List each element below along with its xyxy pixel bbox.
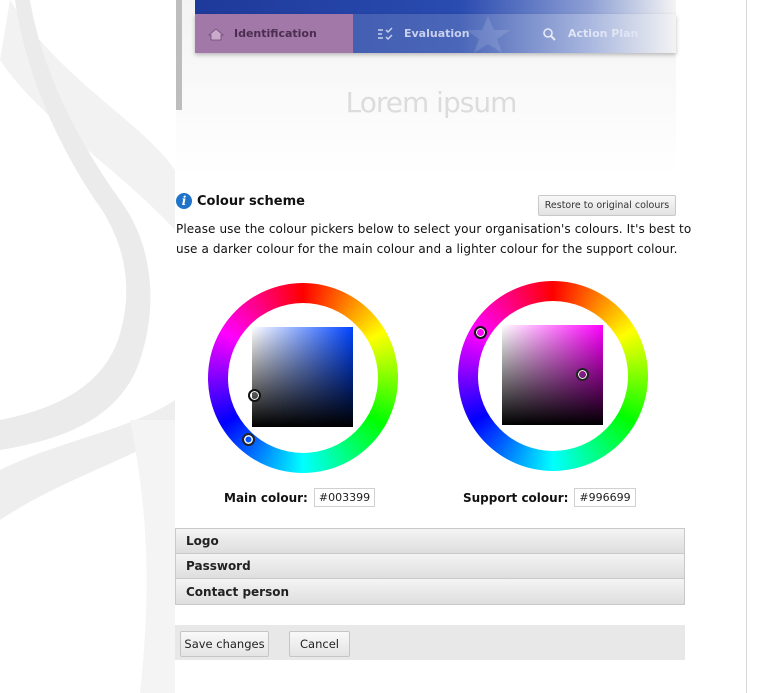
saturation-value-marker[interactable] xyxy=(248,389,261,402)
main-colour-input[interactable]: #003399 xyxy=(313,488,376,507)
tab-identification[interactable]: Identification xyxy=(195,14,353,53)
preview-title: Lorem ipsum xyxy=(345,86,518,119)
tab-evaluation[interactable]: Evaluation xyxy=(365,14,470,53)
cancel-button[interactable]: Cancel xyxy=(289,631,350,657)
settings-accordion: Logo Password Contact person xyxy=(175,528,685,605)
main-colour-row: Main colour: #003399 xyxy=(224,488,376,507)
section-title: Colour scheme xyxy=(197,193,305,209)
accordion-password[interactable]: Password xyxy=(175,554,685,579)
save-changes-button[interactable]: Save changes xyxy=(180,631,269,657)
colour-scheme-description: Please use the colour pickers below to s… xyxy=(176,222,692,256)
hue-marker[interactable] xyxy=(474,326,487,339)
tab-action-plan[interactable]: Action Plan xyxy=(529,14,638,53)
search-icon xyxy=(543,27,556,41)
accordion-contact-person[interactable]: Contact person xyxy=(175,579,685,605)
accordion-logo[interactable]: Logo xyxy=(175,528,685,554)
saturation-value-marker[interactable] xyxy=(576,368,589,381)
saturation-value-square[interactable] xyxy=(252,327,353,427)
form-actions: Save changes Cancel xyxy=(175,625,685,660)
home-icon xyxy=(207,27,225,40)
restore-colours-button[interactable]: Restore to original colours xyxy=(538,195,676,216)
info-icon[interactable]: i xyxy=(176,193,192,209)
content-right-border xyxy=(746,0,747,693)
checklist-icon xyxy=(378,26,393,40)
support-colour-picker[interactable] xyxy=(458,281,648,471)
tab-label: Action Plan xyxy=(568,27,639,40)
main-colour-picker[interactable] xyxy=(208,283,398,473)
tab-label: Identification xyxy=(234,27,317,40)
preview-header-band xyxy=(195,0,676,14)
main-colour-label: Main colour: xyxy=(224,490,308,505)
colour-scheme-header: i Colour scheme xyxy=(176,193,305,209)
tab-label: Evaluation xyxy=(404,27,470,40)
support-colour-row: Support colour: #996699 xyxy=(463,488,636,507)
preview-tab-bar: Identification Evaluation Action Plan xyxy=(195,14,676,53)
hue-marker[interactable] xyxy=(242,433,255,446)
theme-preview: Identification Evaluation Action Plan Lo… xyxy=(176,0,676,175)
support-colour-label: Support colour: xyxy=(463,490,569,505)
support-colour-input[interactable]: #996699 xyxy=(574,488,636,507)
